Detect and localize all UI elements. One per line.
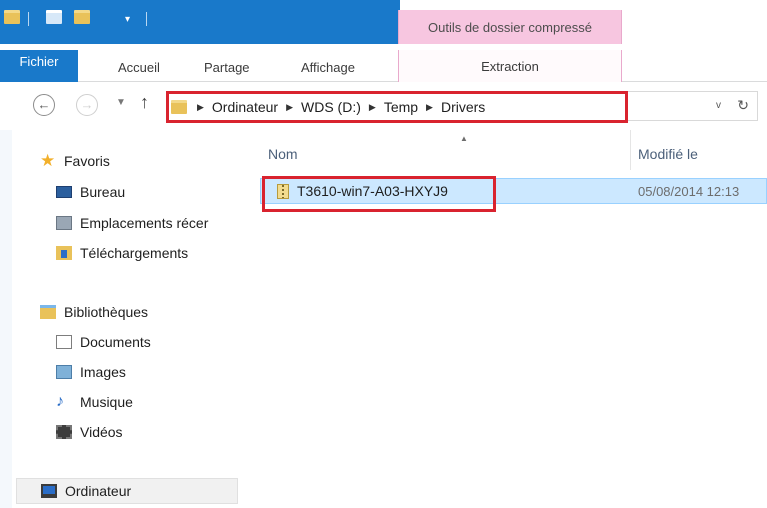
nav-label: Vidéos: [80, 424, 123, 440]
context-tab-group-title: Outils de dossier compressé: [398, 10, 622, 44]
up-button[interactable]: ↑: [140, 92, 149, 113]
nav-item-emplacements-recents[interactable]: Emplacements récer: [56, 212, 208, 234]
nav-label: Téléchargements: [80, 245, 189, 261]
document-icon: [56, 335, 72, 349]
nav-label: Emplacements récer: [80, 215, 209, 231]
nav-label: Bureau: [80, 184, 126, 200]
column-header-name[interactable]: Nom: [268, 130, 298, 170]
back-button[interactable]: ←: [33, 94, 55, 116]
chevron-down-icon[interactable]: v: [716, 100, 721, 111]
tab-partage[interactable]: Partage: [204, 56, 250, 82]
computer-icon: [41, 484, 57, 498]
nav-item-ordinateur[interactable]: Ordinateur: [16, 478, 238, 504]
tab-fichier[interactable]: Fichier: [0, 50, 78, 82]
customize-toolbar-icon[interactable]: ▾: [125, 14, 130, 25]
star-icon: ★: [40, 151, 56, 170]
desktop-icon: [56, 186, 72, 198]
pane-edge: [0, 130, 12, 508]
tab-extraction[interactable]: Extraction: [398, 50, 622, 82]
libraries-icon: [40, 305, 56, 319]
title-bar: ▾ Outils de dossier compressé: [0, 0, 767, 50]
folder-icon: [4, 10, 20, 24]
music-note-icon: ♪: [56, 393, 64, 410]
column-divider[interactable]: [630, 130, 631, 170]
nav-item-documents[interactable]: Documents: [56, 331, 151, 353]
nav-label: Favoris: [64, 153, 110, 169]
nav-item-musique[interactable]: ♪ Musique: [56, 391, 133, 413]
annotation-box-file: [262, 176, 496, 212]
column-header-modified[interactable]: Modifié le: [638, 130, 698, 170]
file-modified-date: 05/08/2014 12:13: [638, 184, 740, 199]
nav-item-favoris[interactable]: ★ Favoris: [40, 150, 110, 172]
nav-label: Bibliothèques: [64, 304, 149, 320]
annotation-box-address: [166, 91, 628, 123]
navigation-bar: ← → ▼ ↑ ▶ Ordinateur ▶ WDS (D:) ▶ Temp ▶…: [0, 84, 767, 128]
sort-ascending-icon: ▲: [460, 134, 468, 143]
nav-label: Ordinateur: [65, 483, 132, 499]
properties-icon[interactable]: [46, 10, 62, 24]
new-folder-icon[interactable]: [74, 10, 90, 24]
recent-places-icon: [56, 216, 72, 230]
nav-item-bibliotheques[interactable]: Bibliothèques: [40, 301, 148, 323]
forward-button[interactable]: →: [76, 94, 98, 116]
nav-label: Musique: [80, 394, 133, 410]
ribbon-tabs: Fichier Accueil Partage Affichage Extrac…: [0, 50, 767, 82]
video-icon: [56, 425, 72, 439]
image-icon: [56, 365, 72, 379]
downloads-icon: [56, 246, 72, 260]
nav-label: Images: [80, 364, 126, 380]
tab-accueil[interactable]: Accueil: [118, 56, 160, 82]
nav-item-telechargements[interactable]: Téléchargements: [56, 242, 188, 264]
refresh-icon[interactable]: ↻: [737, 97, 749, 114]
nav-label: Documents: [80, 334, 151, 350]
nav-item-bureau[interactable]: Bureau: [56, 181, 125, 203]
navigation-pane: ★ Favoris Bureau Emplacements récer Télé…: [0, 130, 242, 508]
nav-item-images[interactable]: Images: [56, 361, 126, 383]
toolbar-divider: [28, 12, 29, 26]
recent-locations-icon[interactable]: ▼: [116, 97, 126, 108]
toolbar-divider: [146, 12, 147, 26]
nav-item-videos[interactable]: Vidéos: [56, 421, 123, 443]
quick-access-toolbar: ▾: [0, 0, 400, 44]
tab-affichage[interactable]: Affichage: [301, 56, 355, 82]
